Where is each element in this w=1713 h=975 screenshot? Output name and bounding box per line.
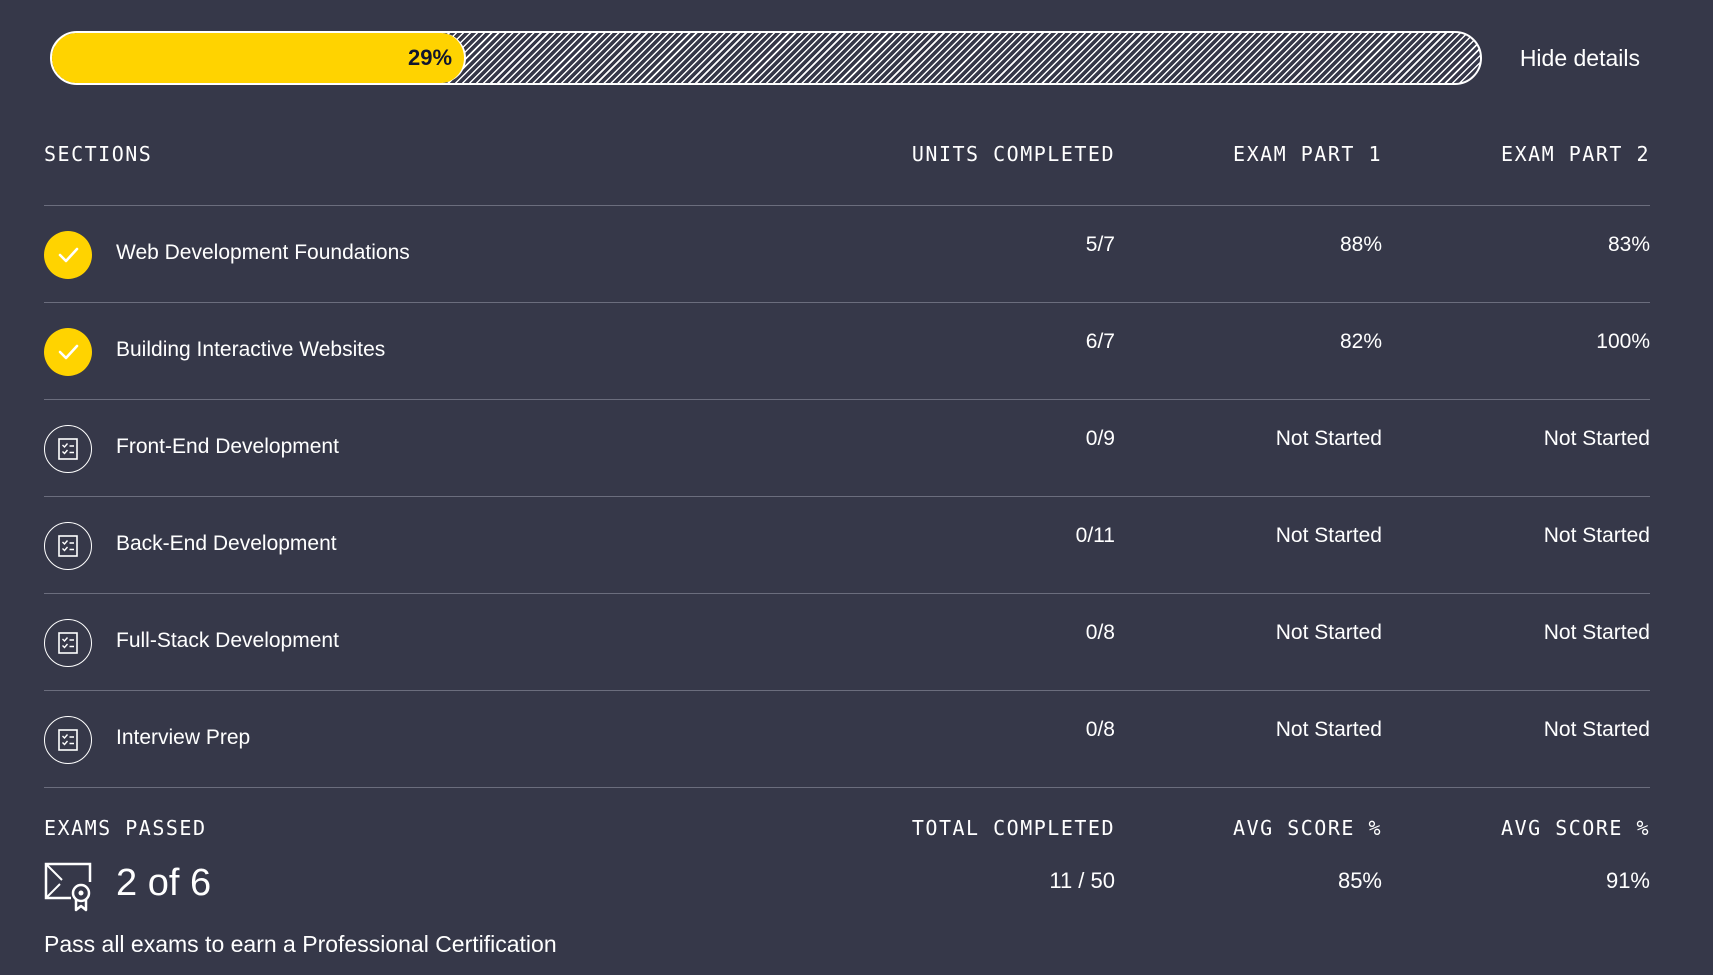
section-name: Building Interactive Websites [116, 338, 386, 361]
exam-part-2-cell: 83% [1607, 233, 1650, 256]
column-header-exam-part-1: EXAM PART 1 [1233, 142, 1382, 166]
exam-part-1-cell: 82% [1339, 330, 1382, 353]
column-header-exam-part-2: EXAM PART 2 [1501, 142, 1650, 166]
progress-percent: 29% [408, 45, 453, 70]
check-icon [58, 344, 79, 360]
checklist-icon [58, 535, 78, 557]
pending-badge [44, 716, 92, 764]
avg-score-1-label: AVG SCORE % [1233, 816, 1382, 840]
units-completed-cell: 0/9 [1085, 427, 1115, 450]
exam-part-1-cell: Not Started [1275, 524, 1382, 547]
table-row[interactable]: Building Interactive Websites 6/7 82% 100% [44, 303, 1650, 400]
exam-part-1-cell: 88% [1339, 233, 1382, 256]
checklist-icon [58, 729, 78, 751]
total-completed-value: 11 / 50 [1049, 868, 1115, 893]
avg-score-1-value: 85% [1337, 868, 1382, 893]
section-name: Full-Stack Development [116, 629, 339, 652]
table-row[interactable]: Interview Prep 0/8 Not Started Not Started [44, 691, 1650, 788]
progress-bar: 29% [50, 31, 1482, 85]
exam-part-2-cell: 100% [1596, 330, 1650, 353]
exam-part-2-cell: Not Started [1543, 621, 1650, 644]
overall-progress: 29% Hide details [50, 31, 1640, 85]
column-header-units-completed: UNITS COMPLETED [911, 142, 1115, 166]
sections-table: Web Development Foundations 5/7 88% 83% Buil… [44, 206, 1650, 788]
checklist-icon [58, 438, 78, 460]
section-name: Interview Prep [116, 726, 251, 749]
units-completed-cell: 5/7 [1085, 233, 1115, 256]
total-completed-label: TOTAL COMPLETED [911, 816, 1115, 840]
column-header-sections: SECTIONS [44, 142, 153, 166]
avg-score-2-value: 91% [1605, 868, 1650, 893]
units-completed-cell: 0/8 [1085, 621, 1115, 644]
exam-part-2-cell: Not Started [1543, 718, 1650, 741]
exam-part-1-cell: Not Started [1275, 621, 1382, 644]
section-name: Web Development Foundations [116, 241, 410, 264]
pending-badge [44, 522, 92, 570]
completed-badge [44, 231, 92, 279]
avg-score-2-label: AVG SCORE % [1501, 816, 1650, 840]
section-name: Back-End Development [116, 532, 337, 555]
checklist-icon [58, 632, 78, 654]
check-icon [58, 247, 79, 263]
exam-part-1-cell: Not Started [1275, 718, 1382, 741]
section-name: Front-End Development [116, 435, 339, 458]
certification-note: Pass all exams to earn a Professional Ce… [44, 931, 557, 957]
table-row[interactable]: Web Development Foundations 5/7 88% 83% [44, 206, 1650, 303]
exam-part-2-cell: Not Started [1543, 524, 1650, 547]
units-completed-cell: 0/8 [1085, 718, 1115, 741]
progress-bar-fill: 29% [52, 33, 467, 83]
completed-badge [44, 328, 92, 376]
table-row[interactable]: Full-Stack Development 0/8 Not Started Not … [44, 594, 1650, 691]
exams-passed-value: 2 of 6 [116, 862, 212, 904]
units-completed-cell: 0/11 [1075, 524, 1115, 547]
pending-badge [44, 619, 92, 667]
hide-details-button[interactable]: Hide details [1520, 45, 1640, 72]
table-row[interactable]: Back-End Development 0/11 Not Started Not S… [44, 497, 1650, 594]
pending-badge [44, 425, 92, 473]
exam-part-1-cell: Not Started [1275, 427, 1382, 450]
exams-passed-label: EXAMS PASSED [44, 816, 207, 840]
units-completed-cell: 6/7 [1085, 330, 1115, 353]
certificate-icon [44, 862, 92, 912]
table-row[interactable]: Front-End Development 0/9 Not Started Not S… [44, 400, 1650, 497]
exam-part-2-cell: Not Started [1543, 427, 1650, 450]
